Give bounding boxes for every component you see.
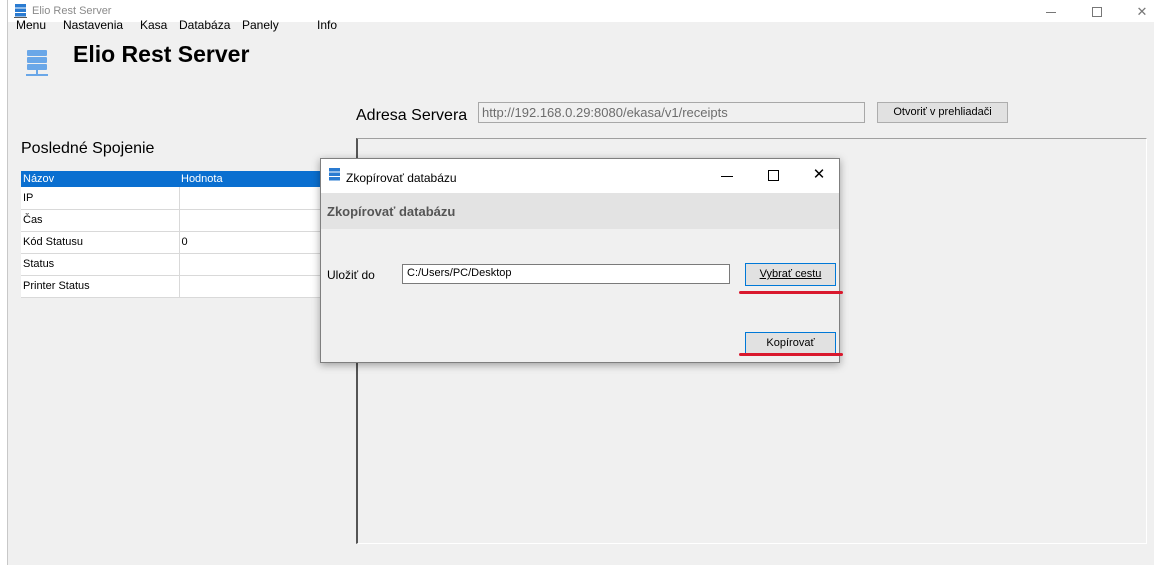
row-value <box>179 275 341 298</box>
menu-item-info[interactable]: Info <box>317 18 337 32</box>
dialog-heading: Zkopírovať databázu <box>327 204 456 219</box>
open-in-browser-button[interactable]: Otvoriť v prehliadači <box>877 102 1008 123</box>
table-row[interactable]: IP <box>21 187 341 210</box>
dialog-title-bar: Zkopírovať databázu ✕ <box>321 159 839 193</box>
save-path-field[interactable]: C:/Users/PC/Desktop <box>402 264 730 284</box>
row-name: IP <box>21 187 180 210</box>
server-stack-icon <box>329 168 340 185</box>
last-connection-table: Názov Hodnota IP Čas Kód Statusu 0 Statu… <box>21 171 341 298</box>
choose-path-label: Vybrať cestu <box>759 268 822 280</box>
menu-item-panely[interactable]: Panely <box>242 18 279 32</box>
maximize-icon[interactable] <box>766 168 782 184</box>
row-name: Čas <box>21 209 180 232</box>
table-row[interactable]: Čas <box>21 209 341 232</box>
close-icon[interactable]: ✕ <box>811 167 827 184</box>
address-label: Adresa Servera <box>356 107 468 124</box>
column-header-value[interactable]: Hodnota <box>179 171 341 187</box>
highlight-underline <box>739 291 843 294</box>
table-header-row: Názov Hodnota <box>21 171 341 187</box>
save-to-label: Uložiť do <box>327 268 375 282</box>
table-row[interactable]: Kód Statusu 0 <box>21 231 341 254</box>
row-value: 0 <box>179 231 341 254</box>
menu-item-menu[interactable]: Menu <box>16 18 46 32</box>
table-row[interactable]: Printer Status <box>21 275 341 298</box>
menu-bar: Menu Nastavenia Kasa Databáza Panely Inf… <box>8 16 1154 36</box>
table-row[interactable]: Status <box>21 253 341 276</box>
menu-item-databaza[interactable]: Databáza <box>179 18 230 32</box>
row-value <box>179 209 341 232</box>
menu-item-kasa[interactable]: Kasa <box>140 18 167 32</box>
main-window: Elio Rest Server ✕ Menu Nastavenia Kasa … <box>7 0 1154 565</box>
menu-item-nastavenia[interactable]: Nastavenia <box>63 18 123 32</box>
row-name: Printer Status <box>21 275 180 298</box>
copy-database-dialog: Zkopírovať databázu ✕ Zkopírovať databáz… <box>320 158 840 363</box>
minimize-icon[interactable] <box>719 168 735 184</box>
row-value <box>179 253 341 276</box>
dialog-title: Zkopírovať databázu <box>346 171 457 185</box>
row-name: Status <box>21 253 180 276</box>
choose-path-button[interactable]: Vybrať cestu <box>745 263 836 286</box>
row-value <box>179 187 341 210</box>
dialog-header: Zkopírovať databázu <box>321 193 839 229</box>
row-name: Kód Statusu <box>21 231 180 254</box>
copy-button[interactable]: Kopírovať <box>745 332 836 355</box>
highlight-underline <box>739 353 843 356</box>
app-title: Elio Rest Server <box>73 41 250 67</box>
app-logo-icon <box>26 50 48 81</box>
last-connection-title: Posledné Spojenie <box>21 140 155 157</box>
server-address-field[interactable]: http://192.168.0.29:8080/ekasa/v1/receip… <box>478 102 865 123</box>
column-header-name[interactable]: Názov <box>21 171 179 187</box>
